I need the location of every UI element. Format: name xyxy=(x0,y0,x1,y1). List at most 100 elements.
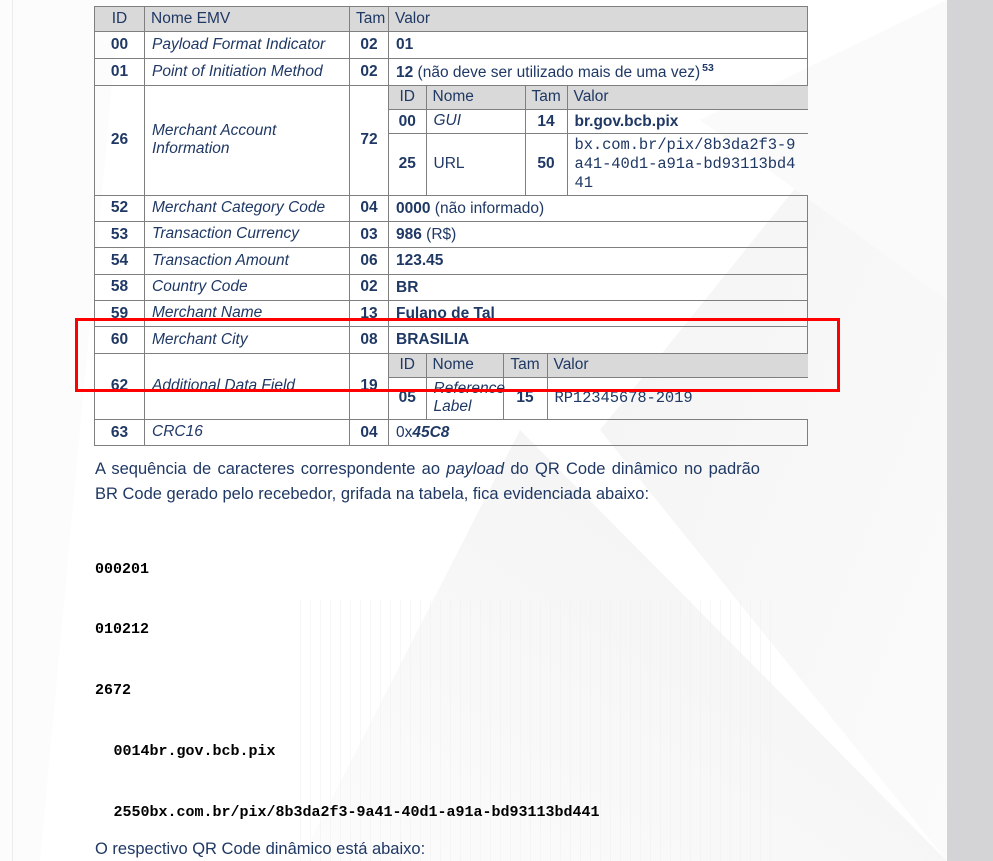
document-page: ID Nome EMV Tam Valor 00 Payload Format … xyxy=(0,0,947,861)
page-content: ID Nome EMV Tam Valor 00 Payload Format … xyxy=(0,0,947,861)
sub-column-header-tam: Tam xyxy=(502,353,548,378)
cell-name: Transaction Currency xyxy=(144,220,350,249)
cell-name: Merchant Category Code xyxy=(144,194,350,222)
paragraph-payload-intro: A sequência de caracteres correspondente… xyxy=(95,457,760,507)
cell-tam: 19 xyxy=(349,352,389,421)
value-note: (não informado) xyxy=(430,199,545,217)
cell-tam: 03 xyxy=(349,220,389,249)
value-bold: 0000 xyxy=(396,199,431,217)
sub-cell-id: 00 xyxy=(389,109,427,134)
subtable-header-row: ID Nome Tam Valor xyxy=(389,86,808,111)
sub-cell-tam: 15 xyxy=(502,376,548,420)
cell-valor: 0000 (não informado) xyxy=(388,194,808,222)
sub-cell-valor: br.gov.bcb.pix xyxy=(566,109,808,134)
value-bold: 986 xyxy=(396,225,422,243)
sub-column-header-name: Nome xyxy=(425,86,526,111)
sub-cell-name: Reference Label xyxy=(425,376,505,420)
cell-id: 26 xyxy=(94,85,145,196)
cell-name: Point of Initiation Method xyxy=(144,57,350,87)
cell-name: CRC16 xyxy=(144,419,350,447)
value-bold: 123.45 xyxy=(396,252,444,270)
subtable-row: 05 Reference Label 15 RP12345678-2019 xyxy=(389,376,808,420)
value-bold: 12 xyxy=(396,63,414,81)
sub-cell-tam: 50 xyxy=(524,132,568,195)
sub-column-header-id: ID xyxy=(389,353,427,378)
sub-cell-tam: 14 xyxy=(524,109,568,134)
cell-id: 58 xyxy=(94,273,145,302)
merchant-account-subtable: ID Nome Tam Valor 00 GUI 14 br.gov.bcb.p… xyxy=(389,86,808,195)
sub-cell-id: 05 xyxy=(389,376,427,420)
cell-valor: 01 xyxy=(388,31,808,59)
table-row: 58 Country Code 02 BR xyxy=(94,273,808,302)
cell-name: Transaction Amount xyxy=(144,247,350,275)
cell-name: Country Code xyxy=(144,273,350,302)
cell-tam: 02 xyxy=(349,273,389,302)
cell-valor: 12 (não deve ser utilizado mais de uma v… xyxy=(388,57,808,87)
table-row: 63 CRC16 04 0x45C8 xyxy=(94,419,808,447)
sub-cell-valor: bx.com.br/pix/8b3da2f3-9a41-40d1-a91a-bd… xyxy=(566,132,808,195)
paragraph-emphasis: payload xyxy=(446,460,505,478)
value-note: (R$) xyxy=(421,225,457,243)
cell-name: Merchant Account Information xyxy=(144,85,350,196)
payload-line: 010212 xyxy=(95,621,150,639)
cell-tam: 04 xyxy=(349,419,389,447)
value-bold: BRASILIA xyxy=(396,331,470,349)
column-header-id: ID xyxy=(94,5,145,33)
emv-payload-table: ID Nome EMV Tam Valor 00 Payload Format … xyxy=(94,5,808,447)
value-bold: 01 xyxy=(396,36,414,54)
sub-cell-valor: RP12345678-2019 xyxy=(546,376,808,420)
table-row: 00 Payload Format Indicator 02 01 xyxy=(94,31,808,59)
sub-column-header-tam: Tam xyxy=(524,86,568,111)
cell-id: 54 xyxy=(94,247,145,275)
cell-id: 00 xyxy=(94,31,145,59)
value-bold: BR xyxy=(396,278,419,296)
cell-tam: 13 xyxy=(349,300,389,328)
payload-line: 0014br.gov.bcb.pix xyxy=(113,743,276,761)
column-header-valor: Valor xyxy=(388,5,808,33)
table-row: 01 Point of Initiation Method 02 12 (não… xyxy=(94,57,808,87)
viewer-background-gutter xyxy=(947,0,993,861)
sub-column-header-valor: Valor xyxy=(566,86,808,111)
paragraph-part-1: A sequência de caracteres correspondente… xyxy=(95,460,447,478)
cell-valor: BR xyxy=(388,273,808,302)
cell-id: 63 xyxy=(94,419,145,447)
cell-id: 52 xyxy=(94,194,145,222)
cell-valor: Fulano de Tal xyxy=(388,300,808,328)
cell-valor: BRASILIA xyxy=(388,326,808,354)
table-row: 60 Merchant City 08 BRASILIA xyxy=(94,326,808,354)
cell-tam: 08 xyxy=(349,326,389,354)
payload-line: 000201 xyxy=(95,560,150,578)
cell-tam: 02 xyxy=(349,57,389,87)
paragraph-qrcode-intro: O respectivo QR Code dinâmico está abaix… xyxy=(95,840,426,858)
column-header-name: Nome EMV xyxy=(144,5,350,33)
cell-tam: 04 xyxy=(349,194,389,222)
subtable-row: 25 URL 50 bx.com.br/pix/8b3da2f3-9a41-40… xyxy=(389,132,808,195)
cell-id: 01 xyxy=(94,57,145,87)
footnote-marker: 53 xyxy=(702,61,714,74)
table-row: 59 Merchant Name 13 Fulano de Tal xyxy=(94,300,808,328)
cell-name: Additional Data Field xyxy=(144,352,350,421)
table-row: 53 Transaction Currency 03 986 (R$) xyxy=(94,220,808,249)
cell-tam: 02 xyxy=(349,31,389,59)
additional-data-subtable: ID Nome Tam Valor 05 Reference Label 15 … xyxy=(389,353,808,420)
value-bold: Fulano de Tal xyxy=(396,305,495,323)
value-crc: 45C8 xyxy=(412,424,450,442)
sub-cell-id: 25 xyxy=(389,132,427,195)
cell-id: 62 xyxy=(94,352,145,421)
payload-code-block: 000201 010212 2672 0014br.gov.bcb.pix 25… xyxy=(95,519,600,861)
payload-line: 2672 xyxy=(95,682,132,700)
cell-id: 53 xyxy=(94,220,145,249)
cell-valor: 123.45 xyxy=(388,247,808,275)
cell-name: Merchant City xyxy=(144,326,350,354)
cell-name: Merchant Name xyxy=(144,300,350,328)
cell-id: 60 xyxy=(94,326,145,354)
sub-column-header-id: ID xyxy=(389,86,427,111)
table-row: 26 Merchant Account Information 72 ID No… xyxy=(94,85,808,196)
cell-nested-table: ID Nome Tam Valor 05 Reference Label 15 … xyxy=(389,353,808,420)
cell-tam: 72 xyxy=(349,85,389,196)
sub-cell-name: GUI xyxy=(425,109,526,134)
subtable-header-row: ID Nome Tam Valor xyxy=(389,353,808,378)
value-note: (não deve ser utilizado mais de uma vez) xyxy=(413,63,701,81)
cell-valor: 0x45C8 xyxy=(388,419,808,447)
table-row: 52 Merchant Category Code 04 0000 (não i… xyxy=(94,194,808,222)
